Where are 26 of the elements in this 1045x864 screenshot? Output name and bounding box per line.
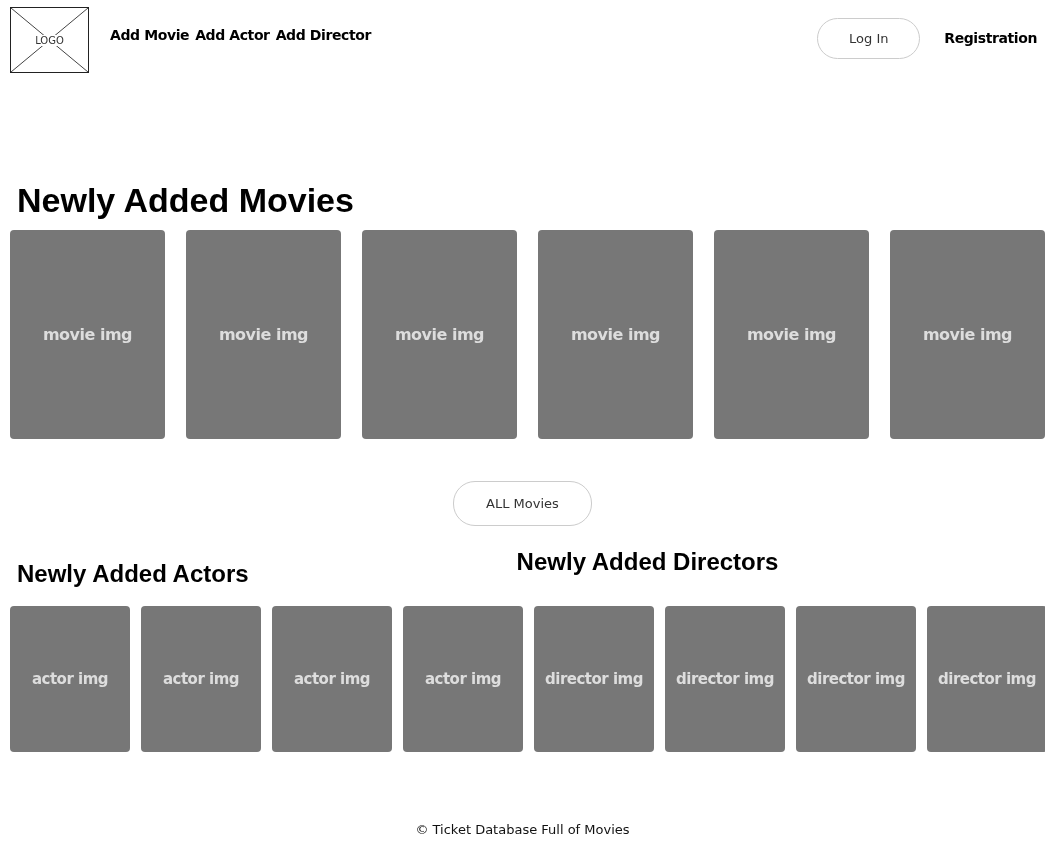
placeholder-label: movie img xyxy=(218,325,309,344)
placeholder-label: movie img xyxy=(394,325,485,344)
placeholder-label: director img xyxy=(676,670,774,688)
nav-link[interactable]: Add Movie xyxy=(110,27,190,43)
placeholder-label: actor img xyxy=(31,670,109,688)
placeholder-label: movie img xyxy=(922,325,1013,344)
placeholder-label: movie img xyxy=(570,325,661,344)
footer-text: © Ticket Database Full of Movies xyxy=(415,822,630,837)
login-button[interactable]: Log In xyxy=(817,17,921,59)
section-title: Newly Added Movies xyxy=(17,181,355,220)
logo-text: LOGO xyxy=(35,34,64,46)
placeholder-label: actor img xyxy=(162,670,240,688)
all-movies-button[interactable]: ALL Movies xyxy=(453,481,592,526)
placeholder-label: director img xyxy=(545,670,643,688)
placeholder-label: actor img xyxy=(424,670,502,688)
registration-link[interactable]: Registration xyxy=(944,30,1037,46)
nav-link[interactable]: Add Actor xyxy=(195,27,270,43)
placeholder-label: director img xyxy=(938,670,1036,688)
nav-link[interactable]: Add Director xyxy=(275,27,371,43)
placeholder-label: actor img xyxy=(293,670,371,688)
logo-placeholder[interactable]: LOGO xyxy=(10,7,89,73)
placeholder-label: director img xyxy=(807,670,905,688)
placeholder-label: movie img xyxy=(746,325,837,344)
placeholder-label: movie img xyxy=(42,325,133,344)
section-title: Newly Added Actors xyxy=(17,560,249,588)
section-title: Newly Added Directors xyxy=(516,548,779,577)
